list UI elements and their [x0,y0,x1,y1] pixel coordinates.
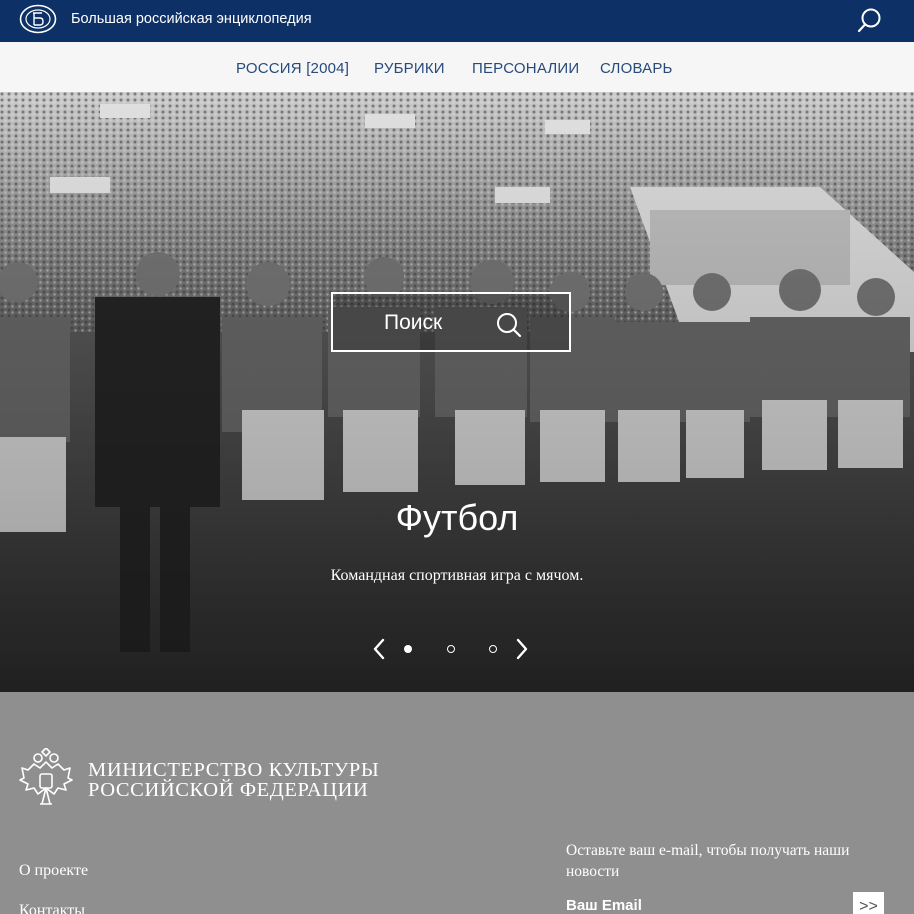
nav-item-personalities[interactable]: ПЕРСОНАЛИИ [472,60,579,77]
main-nav: РОССИЯ [2004] РУБРИКИ ПЕРСОНАЛИИ СЛОВАРЬ [0,42,914,92]
subscribe-text: Оставьте ваш e-mail, чтобы получать наши… [566,842,850,880]
footer-link-about[interactable]: О проекте [19,862,88,880]
ministry-line-1: МИНИСТЕРСТВО КУЛЬТУРЫ [88,759,380,781]
slide-dot-1[interactable] [404,645,412,653]
site-title[interactable]: Большая российская энциклопедия [71,11,312,27]
ministry-title[interactable]: МИНИСТЕРСТВО КУЛЬТУРЫ РОССИЙСКОЙ ФЕДЕРАЦ… [88,759,380,801]
encyclopedia-logo-icon[interactable] [19,4,57,34]
footer-link-contacts[interactable]: Контакты [19,902,85,914]
hero-slider: Поиск Футбол Командная спортивная игра с… [0,92,914,692]
chevron-right-icon[interactable] [513,637,531,661]
hero-photo [0,92,914,692]
email-input[interactable] [566,892,836,914]
chevron-left-icon[interactable] [370,637,388,661]
slide-dot-3[interactable] [489,645,497,653]
subscribe-submit-button[interactable]: >> [853,892,884,914]
search-icon[interactable] [494,311,522,339]
hero-search-box[interactable]: Поиск [331,292,571,352]
nav-item-russia[interactable]: РОССИЯ [2004] [236,60,349,77]
ministry-line-2: РОССИЙСКОЙ ФЕДЕРАЦИИ [88,779,369,801]
footer: МИНИСТЕРСТВО КУЛЬТУРЫ РОССИЙСКОЙ ФЕДЕРАЦ… [0,692,914,914]
slide-dot-2[interactable] [447,645,455,653]
top-header: Большая российская энциклопедия [0,0,914,42]
slide-subtitle: Командная спортивная игра с мячом. [330,567,584,584]
hero-search-label: Поиск [384,311,443,334]
nav-item-rubrics[interactable]: РУБРИКИ [374,60,445,77]
search-icon[interactable] [856,6,884,34]
coat-of-arms-icon[interactable] [18,748,74,810]
nav-item-dictionary[interactable]: СЛОВАРЬ [600,60,673,77]
slide-title[interactable]: Футбол [0,498,914,538]
